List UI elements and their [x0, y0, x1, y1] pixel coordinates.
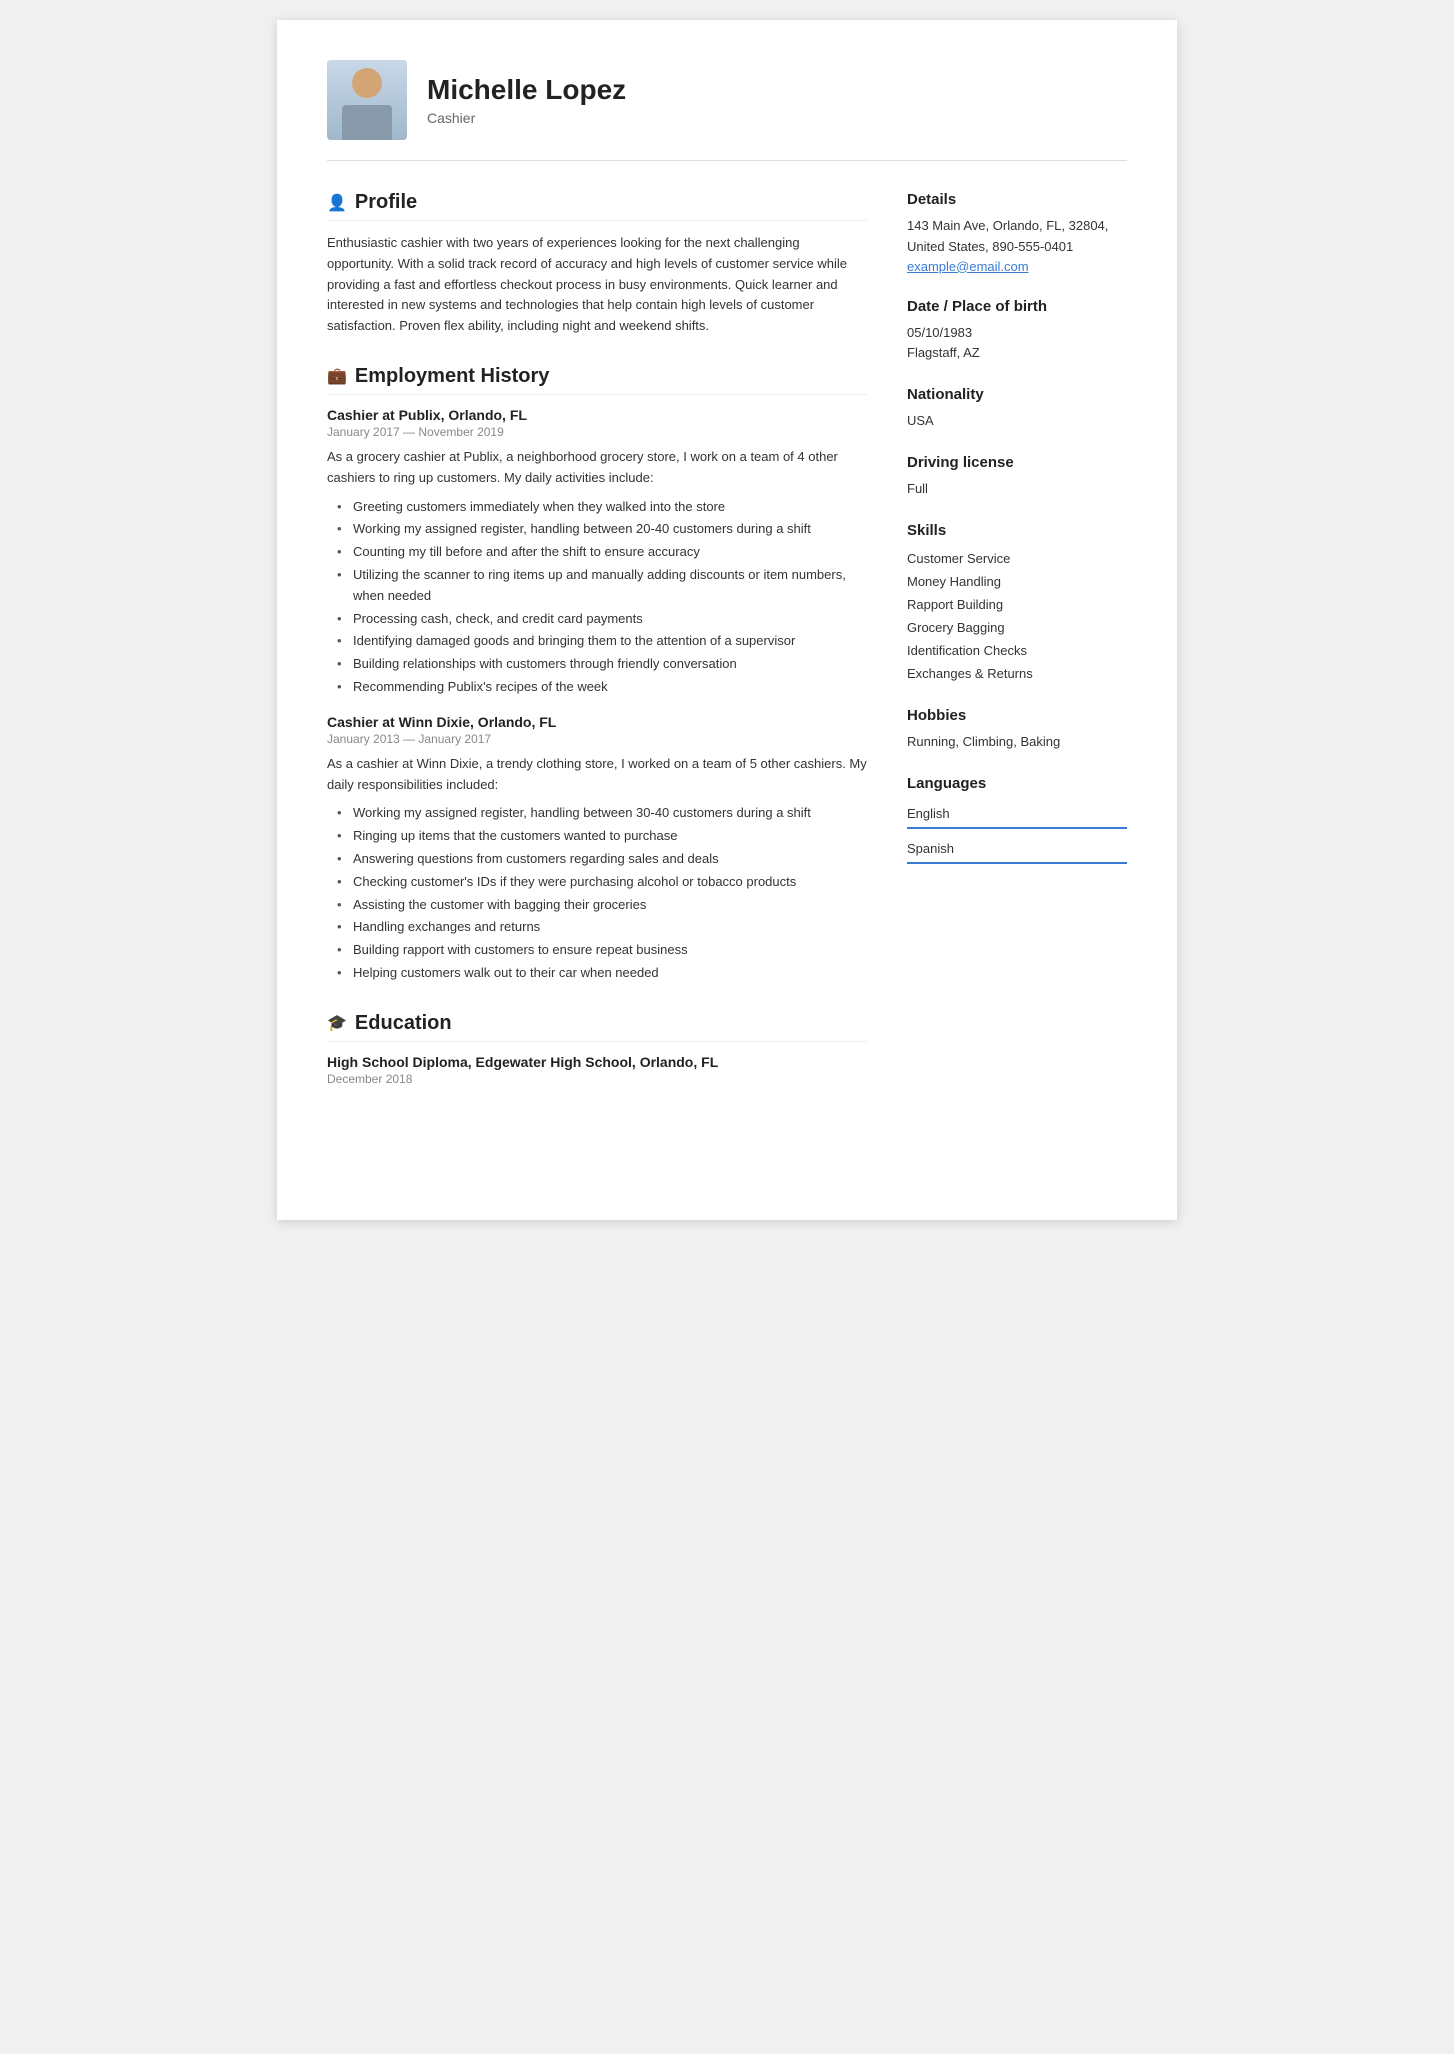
details-section: Details 143 Main Ave, Orlando, FL, 32804… [907, 191, 1127, 276]
employment-icon: 💼 [327, 366, 347, 386]
education-icon: 🎓 [327, 1013, 347, 1033]
edu-1-title: High School Diploma, Edgewater High Scho… [327, 1054, 867, 1070]
profile-text: Enthusiastic cashier with two years of e… [327, 233, 867, 337]
profile-title-label: Profile [355, 191, 417, 214]
employment-title-label: Employment History [355, 365, 549, 388]
birth-section: Date / Place of birth 05/10/1983 Flagsta… [907, 298, 1127, 365]
candidate-name: Michelle Lopez [427, 74, 626, 106]
bullet-item: Counting my till before and after the sh… [337, 542, 867, 563]
bullet-item: Helping customers walk out to their car … [337, 963, 867, 984]
resume-content: 👤 Profile Enthusiastic cashier with two … [327, 191, 1127, 1114]
education-section-title: 🎓 Education [327, 1012, 867, 1042]
job-2-title: Cashier at Winn Dixie, Orlando, FL [327, 714, 867, 730]
bullet-item: Working my assigned register, handling b… [337, 519, 867, 540]
job-entry-1: Cashier at Publix, Orlando, FL January 2… [327, 407, 867, 698]
hobbies-title: Hobbies [907, 707, 1127, 724]
job-2-date: January 2013 — January 2017 [327, 732, 867, 746]
birth-date: 05/10/1983 [907, 323, 1127, 344]
job-1-desc: As a grocery cashier at Publix, a neighb… [327, 447, 867, 489]
driving-title: Driving license [907, 454, 1127, 471]
skill-item: Rapport Building [907, 593, 1127, 616]
bullet-item: Building relationships with customers th… [337, 654, 867, 675]
bullet-item: Checking customer's IDs if they were pur… [337, 872, 867, 893]
bullet-item: Handling exchanges and returns [337, 917, 867, 938]
skills-section: Skills Customer Service Money Handling R… [907, 522, 1127, 685]
bullet-item: Assisting the customer with bagging thei… [337, 895, 867, 916]
resume-header: Michelle Lopez Cashier [327, 60, 1127, 161]
details-email[interactable]: example@email.com [907, 259, 1029, 274]
employment-section-title: 💼 Employment History [327, 365, 867, 395]
profile-icon: 👤 [327, 193, 347, 213]
employment-section: 💼 Employment History Cashier at Publix, … [327, 365, 867, 984]
bullet-item: Ringing up items that the customers want… [337, 826, 867, 847]
language-item-english: English [907, 800, 1127, 829]
skill-item: Exchanges & Returns [907, 662, 1127, 685]
job-1-date: January 2017 — November 2019 [327, 425, 867, 439]
skill-item: Customer Service [907, 547, 1127, 570]
hobbies-value: Running, Climbing, Baking [907, 732, 1127, 753]
right-column: Details 143 Main Ave, Orlando, FL, 32804… [907, 191, 1127, 1114]
education-section: 🎓 Education High School Diploma, Edgewat… [327, 1012, 867, 1086]
languages-section: Languages English Spanish [907, 775, 1127, 864]
details-title: Details [907, 191, 1127, 208]
languages-title: Languages [907, 775, 1127, 792]
bullet-item: Processing cash, check, and credit card … [337, 609, 867, 630]
driving-value: Full [907, 479, 1127, 500]
bullet-item: Recommending Publix's recipes of the wee… [337, 677, 867, 698]
bullet-item: Utilizing the scanner to ring items up a… [337, 565, 867, 607]
nationality-value: USA [907, 411, 1127, 432]
edu-1-date: December 2018 [327, 1072, 867, 1086]
details-address: 143 Main Ave, Orlando, FL, 32804, United… [907, 216, 1127, 258]
skill-item: Identification Checks [907, 639, 1127, 662]
education-title-label: Education [355, 1012, 452, 1035]
language-item-spanish: Spanish [907, 835, 1127, 864]
job-1-title: Cashier at Publix, Orlando, FL [327, 407, 867, 423]
hobbies-section: Hobbies Running, Climbing, Baking [907, 707, 1127, 753]
bullet-item: Answering questions from customers regar… [337, 849, 867, 870]
job-2-desc: As a cashier at Winn Dixie, a trendy clo… [327, 754, 867, 796]
driving-section: Driving license Full [907, 454, 1127, 500]
skill-item: Grocery Bagging [907, 616, 1127, 639]
resume-document: Michelle Lopez Cashier 👤 Profile Enthusi… [277, 20, 1177, 1220]
bullet-item: Identifying damaged goods and bringing t… [337, 631, 867, 652]
edu-entry-1: High School Diploma, Edgewater High Scho… [327, 1054, 867, 1086]
birth-title: Date / Place of birth [907, 298, 1127, 315]
header-info: Michelle Lopez Cashier [427, 74, 626, 126]
job-entry-2: Cashier at Winn Dixie, Orlando, FL Janua… [327, 714, 867, 984]
job-2-bullets: Working my assigned register, handling b… [327, 803, 867, 983]
profile-section: 👤 Profile Enthusiastic cashier with two … [327, 191, 867, 337]
bullet-item: Building rapport with customers to ensur… [337, 940, 867, 961]
left-column: 👤 Profile Enthusiastic cashier with two … [327, 191, 867, 1114]
candidate-title: Cashier [427, 110, 626, 126]
job-1-bullets: Greeting customers immediately when they… [327, 497, 867, 698]
skills-title: Skills [907, 522, 1127, 539]
nationality-section: Nationality USA [907, 386, 1127, 432]
profile-section-title: 👤 Profile [327, 191, 867, 221]
birth-place: Flagstaff, AZ [907, 343, 1127, 364]
bullet-item: Greeting customers immediately when they… [337, 497, 867, 518]
bullet-item: Working my assigned register, handling b… [337, 803, 867, 824]
skill-item: Money Handling [907, 570, 1127, 593]
nationality-title: Nationality [907, 386, 1127, 403]
avatar [327, 60, 407, 140]
